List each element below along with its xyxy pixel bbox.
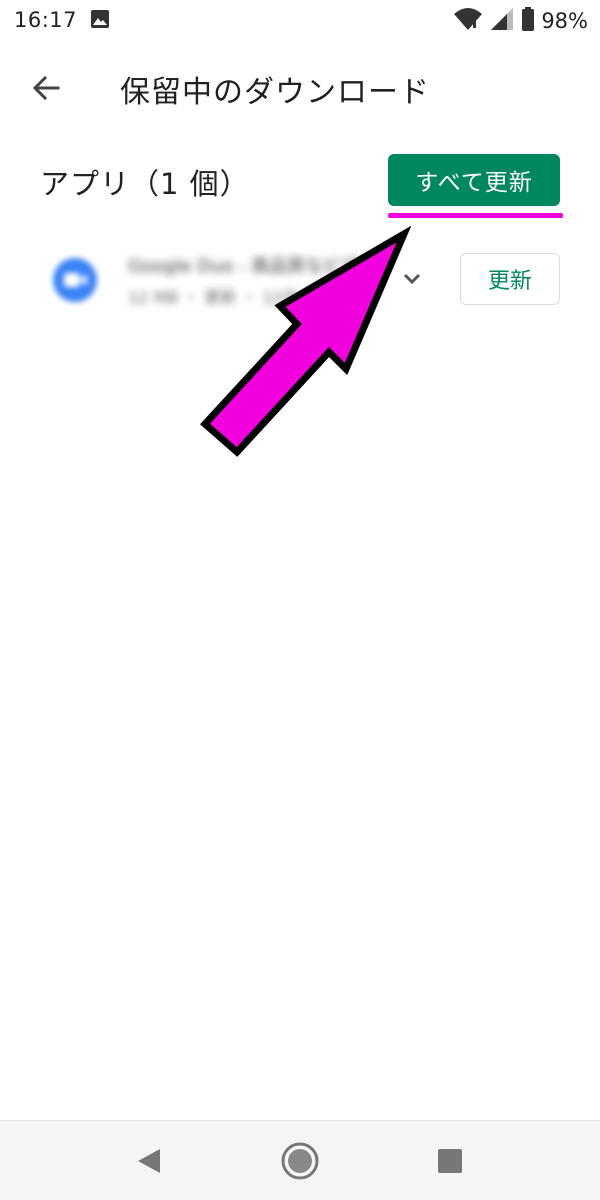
wifi-icon xyxy=(453,6,483,36)
battery-icon xyxy=(521,6,535,36)
back-button[interactable] xyxy=(22,66,70,114)
update-all-button[interactable]: すべて更新 xyxy=(388,154,560,206)
status-icons: 98% xyxy=(453,6,588,36)
app-name: Google Duo - 高品質なビデオ通話 xyxy=(128,256,368,276)
update-button[interactable]: 更新 xyxy=(460,253,560,305)
nav-home-icon[interactable] xyxy=(281,1142,319,1180)
list-item[interactable]: Google Duo - 高品質なビデオ通話 12 MB ・ 更新 ・ 12月 … xyxy=(0,240,600,320)
battery-percentage: 98% xyxy=(541,9,588,33)
status-bar: 16:17 98% xyxy=(0,0,600,42)
nav-back-icon[interactable] xyxy=(134,1145,166,1177)
image-icon xyxy=(90,9,110,29)
app-meta: 12 MB ・ 更新 ・ 12月 xyxy=(128,288,299,306)
nav-recents-icon[interactable] xyxy=(437,1148,463,1174)
google-duo-icon xyxy=(50,255,100,305)
signal-icon xyxy=(489,6,515,36)
page-title: 保留中のダウンロード xyxy=(120,75,430,110)
app-bar: 保留中のダウンロード xyxy=(0,52,600,124)
section-title: アプリ（1 個） xyxy=(40,167,250,201)
highlight-underline xyxy=(388,213,563,218)
chevron-down-icon xyxy=(402,271,422,290)
screen: 16:17 98% 保留中のダウンロード アプリ（1 個） すべて更新 Goog… xyxy=(0,0,600,1200)
navigation-bar xyxy=(0,1120,600,1200)
status-time: 16:17 xyxy=(14,8,78,32)
arrow-left-icon xyxy=(31,73,61,107)
expand-toggle[interactable] xyxy=(398,266,426,294)
